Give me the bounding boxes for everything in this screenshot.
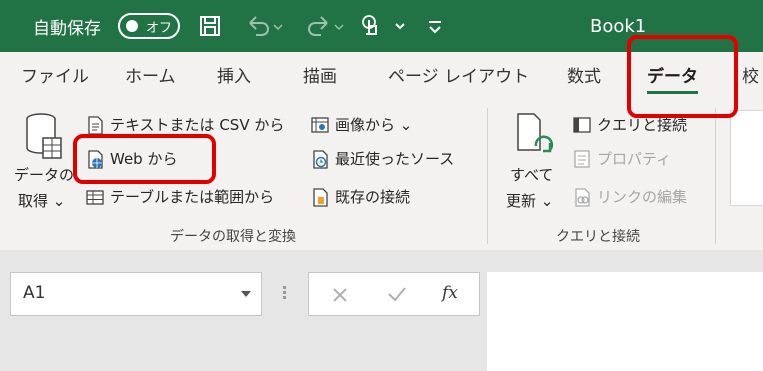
from-table-range-label: テーブルまたは範囲から	[110, 188, 275, 206]
from-picture-label: 画像から ⌄	[335, 116, 413, 134]
recent-sources-label: 最近使ったソース	[335, 150, 455, 168]
refresh-label-1: すべて	[510, 166, 554, 184]
undo-icon[interactable]	[244, 13, 284, 39]
tab-formulas[interactable]: 数式	[567, 52, 601, 102]
tab-page-layout[interactable]: ページ レイアウト	[388, 52, 529, 102]
group-separator-2	[715, 108, 716, 244]
name-box[interactable]: A1	[10, 272, 262, 316]
name-box-value: A1	[23, 283, 46, 303]
connection-icon	[313, 187, 328, 207]
get-data-group-label: データの取得と変換	[170, 229, 296, 245]
formula-input[interactable]	[487, 272, 763, 371]
recent-sources-button[interactable]: 最近使ったソース	[310, 148, 454, 169]
existing-connections-button[interactable]: 既存の接続	[310, 186, 410, 207]
get-data-button[interactable]	[14, 110, 72, 162]
tab-home[interactable]: ホーム	[125, 52, 176, 102]
touch-mode-icon[interactable]	[358, 12, 408, 40]
chevron-down-icon[interactable]	[241, 291, 251, 297]
redo-icon[interactable]	[305, 13, 345, 39]
existing-connections-label: 既存の接続	[335, 188, 411, 206]
from-picture-button[interactable]: 画像から ⌄	[310, 114, 412, 135]
table-icon	[86, 189, 104, 205]
tab-draw[interactable]: 描画	[303, 52, 337, 102]
tab-insert[interactable]: 挿入	[217, 52, 251, 102]
text-file-icon	[88, 115, 103, 135]
autosave-label: 自動保存	[33, 18, 101, 39]
clock-icon	[313, 149, 328, 169]
insert-function-button[interactable]: fx	[442, 283, 458, 303]
properties-icon	[574, 149, 590, 168]
highlight-data-tab	[627, 35, 738, 118]
from-text-csv-button[interactable]: テキストまたは CSV から	[85, 114, 284, 135]
picture-icon	[311, 116, 329, 133]
tab-review-partial[interactable]: 校	[742, 52, 759, 102]
refresh-icon	[517, 113, 554, 153]
edit-links-label: リンクの編集	[597, 188, 688, 206]
link-edit-icon	[575, 187, 590, 207]
formula-area: A1 fx	[0, 250, 763, 371]
next-group-box	[730, 110, 763, 206]
enter-icon[interactable]	[387, 285, 407, 303]
highlight-web-button	[73, 134, 216, 184]
get-data-label-2: 取得 ⌄	[18, 192, 66, 210]
refresh-label-2: 更新 ⌄	[506, 192, 554, 210]
database-icon	[26, 113, 62, 159]
save-icon[interactable]	[198, 14, 222, 38]
cancel-icon[interactable]	[331, 286, 349, 304]
get-data-label-1: データの	[14, 166, 75, 184]
customize-qat-icon[interactable]	[427, 16, 443, 36]
properties-label: プロパティ	[597, 150, 672, 168]
from-text-csv-label: テキストまたは CSV から	[110, 116, 285, 134]
query-panel-icon	[573, 116, 591, 133]
queries-group-label: クエリと接続	[556, 229, 640, 245]
refresh-all-button[interactable]	[506, 110, 562, 162]
edit-links-button[interactable]: リンクの編集	[572, 186, 687, 207]
group-separator	[487, 108, 488, 244]
autosave-toggle[interactable]: オフ	[118, 13, 180, 39]
drag-handle-icon[interactable]	[283, 284, 287, 304]
properties-button[interactable]: プロパティ	[572, 148, 671, 169]
formula-buttons: fx	[308, 272, 480, 316]
from-table-range-button[interactable]: テーブルまたは範囲から	[85, 186, 274, 207]
toggle-label: オフ	[146, 21, 173, 36]
tab-file[interactable]: ファイル	[21, 52, 89, 102]
